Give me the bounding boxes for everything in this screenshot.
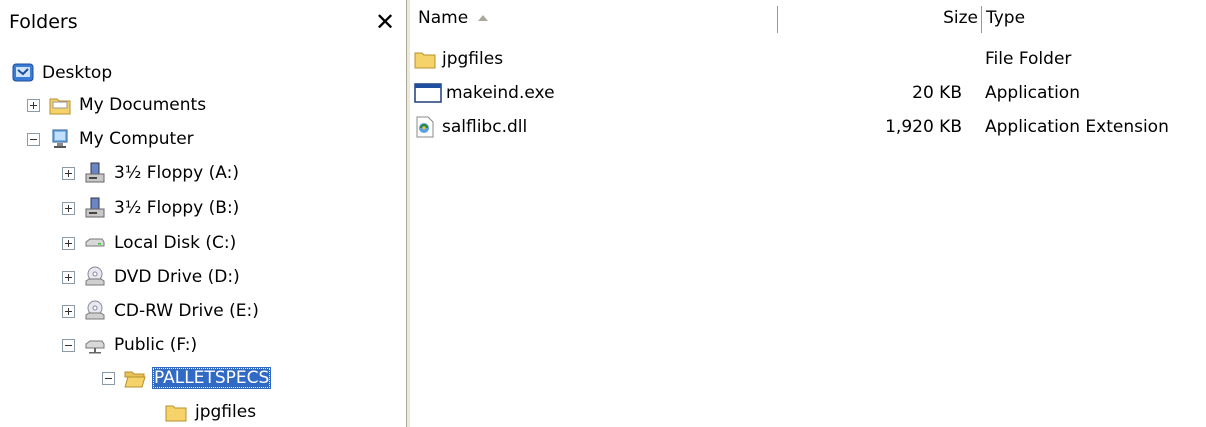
expand-plus-icon[interactable] [62, 270, 75, 284]
tree-item-label: My Documents [79, 95, 207, 115]
column-header-type[interactable]: Type [986, 0, 1196, 35]
file-row-jpgfiles[interactable]: jpgfiles File Folder [410, 44, 1206, 74]
file-size: 1,920 KB [885, 117, 962, 137]
file-type: Application [985, 83, 1080, 103]
expand-plus-icon[interactable] [27, 98, 40, 112]
column-header-type-label: Type [986, 7, 1026, 28]
folders-pane: Folders ✕ Desktop My Documents My Comput… [0, 0, 406, 427]
expand-plus-icon[interactable] [62, 166, 75, 180]
tree-item-label: CD-RW Drive (E:) [114, 301, 259, 321]
file-name-cell: salflibc.dll [414, 114, 527, 140]
file-name: jpgfiles [442, 49, 504, 69]
tree-item-palletspecs[interactable]: PALLETSPECS [102, 363, 272, 393]
file-name-cell: jpgfiles [414, 46, 503, 72]
file-size: 20 KB [912, 83, 962, 103]
folders-pane-header: Folders ✕ [0, 0, 406, 44]
expand-plus-icon[interactable] [62, 201, 75, 215]
dll-icon [414, 116, 436, 138]
folder-icon [414, 48, 436, 70]
tree-item-my-computer[interactable]: My Computer [27, 124, 196, 154]
tree-item-label: jpgfiles [195, 402, 257, 422]
network-drive-icon [84, 334, 106, 356]
dvd-drive-icon [84, 266, 106, 288]
column-header-size[interactable]: Size [778, 0, 978, 35]
collapse-minus-icon[interactable] [62, 338, 75, 352]
hard-disk-icon [84, 232, 106, 254]
tree-item-local-disk-c[interactable]: Local Disk (C:) [62, 228, 238, 258]
column-divider[interactable] [981, 6, 982, 33]
collapse-minus-icon[interactable] [27, 132, 40, 146]
floppy-drive-icon [84, 162, 106, 184]
file-type: Application Extension [985, 117, 1169, 137]
close-folders-pane-button[interactable]: ✕ [372, 9, 398, 35]
open-folder-icon [124, 367, 146, 389]
tree-item-floppy-a[interactable]: 3½ Floppy (A:) [62, 158, 241, 188]
cd-drive-icon [84, 300, 106, 322]
collapse-minus-icon[interactable] [102, 371, 115, 385]
folder-icon [165, 401, 187, 423]
tree-item-label: My Computer [79, 129, 194, 149]
file-name-cell: makeind.exe [414, 80, 555, 106]
tree-item-floppy-b[interactable]: 3½ Floppy (B:) [62, 193, 241, 223]
column-header-size-label: Size [943, 7, 978, 28]
tree-item-label: PALLETSPECS [152, 367, 272, 389]
file-name: salflibc.dll [442, 117, 528, 137]
application-icon [414, 82, 442, 104]
column-header-name[interactable]: Name [418, 0, 778, 35]
tree-item-my-documents[interactable]: My Documents [27, 90, 208, 120]
file-row-makeind-exe[interactable]: makeind.exe 20 KB Application [410, 78, 1206, 108]
tree-item-cd-rw-drive-e[interactable]: CD-RW Drive (E:) [62, 296, 261, 326]
tree-item-label: Local Disk (C:) [114, 233, 237, 253]
desktop-icon [12, 62, 34, 84]
tree-item-label: Desktop [42, 63, 113, 83]
floppy-drive-icon [84, 197, 106, 219]
file-row-salflibc-dll[interactable]: salflibc.dll 1,920 KB Application Extens… [410, 112, 1206, 142]
tree-item-desktop[interactable]: Desktop [12, 58, 114, 88]
tree-item-label: 3½ Floppy (A:) [114, 163, 239, 183]
column-header-name-label: Name [418, 7, 469, 28]
tree-item-label: Public (F:) [114, 335, 198, 355]
sort-ascending-icon [478, 14, 489, 21]
expand-plus-icon[interactable] [62, 236, 75, 250]
file-list-pane: Name Size Type jpgfiles File Folder make… [410, 0, 1206, 427]
file-name: makeind.exe [446, 83, 555, 103]
tree-item-dvd-drive-d[interactable]: DVD Drive (D:) [62, 262, 242, 292]
tree-item-label: 3½ Floppy (B:) [114, 198, 240, 218]
tree-item-label: DVD Drive (D:) [114, 267, 240, 287]
folders-pane-title: Folders [9, 11, 78, 33]
file-type: File Folder [985, 49, 1072, 69]
expand-plus-icon[interactable] [62, 304, 75, 318]
folder-icon [49, 94, 71, 116]
computer-icon [49, 128, 71, 150]
tree-item-jpgfiles[interactable]: jpgfiles [165, 397, 258, 427]
tree-item-public-f[interactable]: Public (F:) [62, 330, 199, 360]
